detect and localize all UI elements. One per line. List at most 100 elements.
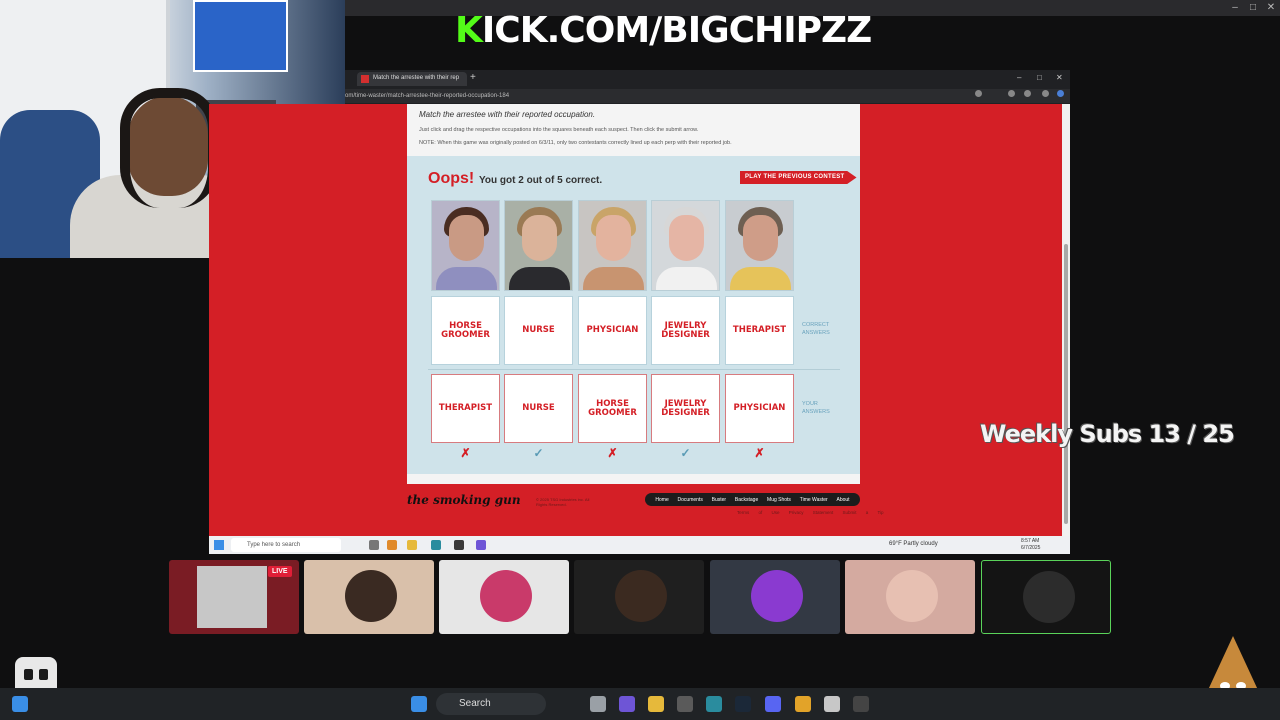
webpage: Match the arrestee with their reported o… — [209, 104, 1062, 536]
kick-logo-letter: K — [455, 10, 483, 51]
live-badge: LIVE — [268, 566, 292, 577]
avatar — [615, 570, 667, 622]
store-icon[interactable] — [677, 696, 693, 712]
footer-links[interactable]: Terms of Use Privacy Statement Submit a … — [737, 510, 884, 515]
poster-image — [193, 0, 288, 72]
play-previous-contest-button[interactable]: PLAY THE PREVIOUS CONTEST — [740, 171, 857, 184]
edge-icon[interactable] — [431, 540, 441, 550]
edge-icon[interactable] — [706, 696, 722, 712]
extensions-icon[interactable] — [1008, 90, 1015, 97]
game-title: Match the arrestee with their reported o… — [419, 110, 596, 119]
correct-answer-card: PHYSICIAN — [578, 296, 647, 365]
your-answers-label: YOUR ANSWERS — [802, 401, 830, 415]
site-logo[interactable]: the smoking gun — [407, 493, 521, 507]
inner-clock-time: 8:57 AM — [1021, 538, 1040, 544]
correct-answer-card: HORSE GROOMER — [431, 296, 500, 365]
minimize-icon[interactable]: – — [1229, 2, 1241, 14]
participant-tile[interactable] — [845, 560, 975, 634]
browser-minimize-icon[interactable]: – — [1017, 73, 1021, 82]
mugshot-1 — [431, 200, 500, 291]
itunes-icon[interactable] — [824, 696, 840, 712]
weather-status[interactable]: 69°F Partly cloudy — [889, 541, 938, 547]
stream-screen: – □ ✕ KICK.COM/BIGCHIPZZ Match the arres… — [0, 0, 1280, 720]
correct-answer-card: THERAPIST — [725, 296, 794, 365]
footer-nav-backstage[interactable]: Backstage — [735, 497, 758, 503]
chrome-icon[interactable] — [795, 696, 811, 712]
footer-nav-mug-shots[interactable]: Mug Shots — [767, 497, 791, 503]
teams-icon[interactable] — [619, 696, 635, 712]
game-panel: Oops! You got 2 out of 5 correct. PLAY T… — [407, 156, 860, 474]
footer-nav-buster[interactable]: Buster — [712, 497, 726, 503]
avatar — [1023, 571, 1075, 623]
chrome-icon[interactable] — [1057, 90, 1064, 97]
row-divider — [428, 369, 840, 370]
discord-icon[interactable] — [765, 696, 781, 712]
mugshot-3 — [578, 200, 647, 291]
discord-icon[interactable] — [476, 540, 486, 550]
new-tab-button[interactable]: + — [470, 72, 476, 83]
user-answer-card[interactable]: NURSE — [504, 374, 573, 443]
browser-tab[interactable]: Match the arrestee with their rep — [357, 72, 467, 86]
correct-answer-card: NURSE — [504, 296, 573, 365]
browser-window: Match the arrestee with their rep + – □ … — [345, 70, 1070, 104]
game-note: NOTE: When this game was originally post… — [419, 140, 732, 146]
participant-tile[interactable] — [439, 560, 569, 634]
browser-maximize-icon[interactable]: □ — [1037, 73, 1042, 82]
participant-tile[interactable] — [574, 560, 704, 634]
inner-search-box[interactable]: Type here to search — [231, 538, 341, 552]
task-view-icon[interactable] — [369, 540, 379, 550]
file-explorer-icon[interactable] — [407, 540, 417, 550]
maximize-icon[interactable]: □ — [1247, 2, 1259, 14]
page-scrollbar[interactable] — [1062, 104, 1070, 536]
check-mark-icon: ✓ — [533, 446, 544, 460]
bookmark-star-icon[interactable] — [975, 90, 982, 97]
mugshot-2 — [504, 200, 573, 291]
widgets-icon[interactable] — [12, 696, 28, 712]
close-icon[interactable]: ✕ — [1265, 2, 1277, 14]
correct-answers-label: CORRECT ANSWERS — [802, 322, 830, 336]
inner-clock: 8:57 AM 6/7/2025 — [1021, 538, 1040, 552]
scrollbar-thumb[interactable] — [1064, 244, 1068, 524]
mugshot-4 — [651, 200, 720, 291]
footer-nav-time-waster[interactable]: Time Waster — [800, 497, 828, 503]
avatar — [751, 570, 803, 622]
copyright-text: © 2025 TSG Industries inc. All Rights Re… — [536, 497, 590, 507]
wrong-mark-icon: ✗ — [460, 446, 471, 460]
site-favicon-icon — [361, 75, 369, 83]
kick-channel-banner: KICK.COM/BIGCHIPZZ — [455, 10, 872, 51]
participant-tile[interactable] — [710, 560, 840, 634]
game-instructions: Just click and drag the respective occup… — [419, 127, 699, 133]
footer-nav-home[interactable]: Home — [655, 497, 668, 503]
avatar — [886, 570, 938, 622]
app-icon[interactable] — [387, 540, 397, 550]
windows-taskbar: Search — [0, 688, 1280, 720]
avatar — [345, 570, 397, 622]
user-answer-card[interactable]: HORSE GROOMER — [578, 374, 647, 443]
steam-icon[interactable] — [454, 540, 464, 550]
user-answer-card[interactable]: JEWELRY DESIGNER — [651, 374, 720, 443]
profile-avatar-icon[interactable] — [1024, 90, 1031, 97]
participant-tile-screen-share[interactable]: LIVE — [169, 560, 299, 634]
wrong-mark-icon: ✗ — [607, 446, 618, 460]
footer-nav-about[interactable]: About — [837, 497, 850, 503]
participant-tile[interactable] — [304, 560, 434, 634]
result-heading: Oops! — [428, 170, 475, 187]
correct-answer-card: JEWELRY DESIGNER — [651, 296, 720, 365]
game-header: Match the arrestee with their reported o… — [407, 104, 860, 156]
browser-close-icon[interactable]: ✕ — [1056, 73, 1063, 82]
user-answer-card[interactable]: PHYSICIAN — [725, 374, 794, 443]
task-view-icon[interactable] — [590, 696, 606, 712]
windows-start-icon[interactable] — [411, 696, 427, 712]
footer-nav-documents[interactable]: Documents — [678, 497, 703, 503]
file-explorer-icon[interactable] — [648, 696, 664, 712]
user-answer-card[interactable]: THERAPIST — [431, 374, 500, 443]
taskbar-search[interactable]: Search — [436, 693, 546, 715]
address-bar[interactable]: om/time-waster/match-arrestee-their-repo… — [345, 89, 1070, 103]
avatar — [480, 570, 532, 622]
mugshot-5 — [725, 200, 794, 291]
windows-start-icon[interactable] — [214, 540, 224, 550]
menu-dots-icon[interactable] — [1042, 90, 1049, 97]
obs-icon[interactable] — [853, 696, 869, 712]
steam-icon[interactable] — [735, 696, 751, 712]
participant-tile-active-speaker[interactable] — [981, 560, 1111, 634]
